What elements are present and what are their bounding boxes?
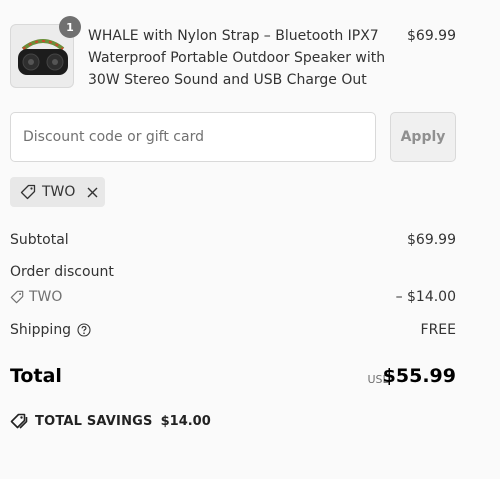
applied-discount-chip: TWO: [10, 177, 105, 207]
speaker-image: [18, 39, 68, 75]
discount-code: TWO: [29, 289, 63, 305]
shipping-value: FREE: [420, 322, 456, 338]
total-savings-value: $14.00: [160, 413, 211, 429]
discount-value: – $14.00: [395, 289, 456, 305]
total-label: Total: [10, 365, 62, 387]
discount-code-row: TWO: [10, 289, 62, 305]
total-savings-label: TOTAL SAVINGS: [35, 413, 153, 429]
shipping-label: Shipping: [10, 322, 72, 338]
tag-icon: [10, 290, 24, 304]
help-circle-icon[interactable]: [77, 323, 91, 337]
product-price: $69.99: [407, 28, 456, 44]
tag-icon: [20, 184, 36, 200]
discount-code-input[interactable]: [10, 112, 376, 162]
apply-button[interactable]: Apply: [390, 112, 456, 162]
total-value: $55.99: [382, 365, 456, 387]
subtotal-value: $69.99: [407, 232, 456, 248]
applied-discount-code: TWO: [42, 184, 76, 200]
order-discount-label: Order discount: [10, 264, 114, 280]
subtotal-label: Subtotal: [10, 232, 69, 248]
product-title: WHALE with Nylon Strap – Bluetooth IPX7 …: [88, 28, 386, 88]
quantity-badge: 1: [59, 16, 81, 38]
close-icon[interactable]: [85, 185, 99, 199]
shipping-row: Shipping: [10, 322, 91, 338]
savings-tag-icon: [10, 413, 28, 429]
total-savings-row: TOTAL SAVINGS $14.00: [10, 413, 211, 429]
